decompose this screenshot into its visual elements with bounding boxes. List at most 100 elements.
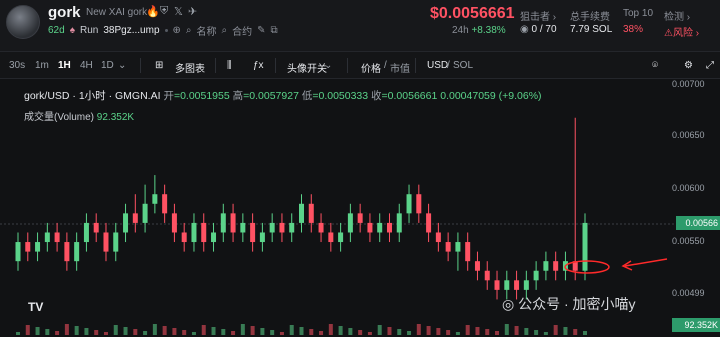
candle xyxy=(113,232,119,252)
candle xyxy=(299,203,304,223)
volume-bar xyxy=(455,332,460,335)
volume-bar xyxy=(84,328,89,335)
volume-bar xyxy=(553,325,558,335)
search-contract-link[interactable]: 合约 xyxy=(232,23,252,38)
token-avatar[interactable] xyxy=(6,5,40,39)
volume-bar xyxy=(35,327,40,335)
volume-bar xyxy=(358,330,363,335)
contract-address[interactable]: 38Pgz...ump xyxy=(103,25,159,36)
volume-label: 成交量(Volume) xyxy=(24,112,95,123)
volume-bar xyxy=(446,330,451,335)
globe-icon[interactable]: ⊕ xyxy=(173,25,181,36)
warning-icon: ⚠ xyxy=(664,28,673,39)
watermark: ◎ 公众号 · 加密小喵y xyxy=(502,294,636,314)
candle xyxy=(201,222,207,243)
volume-bar xyxy=(338,326,343,335)
candle xyxy=(162,194,168,214)
interval-1d[interactable]: 1D xyxy=(101,60,114,71)
candle xyxy=(35,242,41,252)
candle xyxy=(445,242,451,252)
candle xyxy=(211,232,217,243)
candle xyxy=(533,270,539,281)
settings-icon[interactable]: ⚙ xyxy=(684,60,693,71)
volume-bar xyxy=(309,329,314,335)
copy-icon[interactable]: ⧉ xyxy=(271,25,278,36)
price-toggle[interactable]: 价格 xyxy=(361,60,381,75)
token-header: gork New XAI gork 🔥 ⛨ 𝕏 ✈ 62d ♠ Run 38Pg… xyxy=(0,0,720,52)
candle xyxy=(494,280,500,290)
volume-bar xyxy=(133,329,138,335)
interval-4h[interactable]: 4H xyxy=(80,60,93,71)
risk-value[interactable]: ⚠风险 › xyxy=(664,24,699,39)
candle xyxy=(367,222,373,233)
candle xyxy=(230,213,236,233)
volume-bar xyxy=(279,332,284,335)
chevron-down-icon[interactable]: ⌄ xyxy=(324,60,332,71)
candle xyxy=(171,213,177,233)
candle xyxy=(269,222,275,233)
multi-chart-button[interactable]: 多图表 xyxy=(175,60,205,75)
snipers-count: 0 / 70 xyxy=(531,24,557,35)
candle xyxy=(435,232,441,243)
interval-30s[interactable]: 30s xyxy=(9,60,25,71)
interval-1m[interactable]: 1m xyxy=(35,60,49,71)
chart-title: gork/USD · 1小时 · GMGN.AI xyxy=(24,90,161,102)
toggle-divider: / xyxy=(384,60,387,71)
volume-bar xyxy=(250,326,255,335)
y-tick: 0.00550 xyxy=(672,236,705,246)
snipers-label[interactable]: 狙击者 › xyxy=(520,8,556,23)
candle xyxy=(25,242,31,252)
camera-icon[interactable]: ⌾ xyxy=(652,60,658,71)
add-indicator-icon[interactable]: ⊞ xyxy=(155,60,163,71)
sol-toggle[interactable]: SOL xyxy=(453,60,473,71)
close-value: =0.0056661 xyxy=(381,90,438,102)
detect-label[interactable]: 检测 › xyxy=(664,8,690,23)
x-icon[interactable]: 𝕏 xyxy=(174,5,183,18)
usd-toggle[interactable]: USD xyxy=(427,60,448,71)
high-value: =0.0057927 xyxy=(243,90,299,102)
candle-type-icon[interactable]: ⫼ xyxy=(227,60,232,71)
volume-bar xyxy=(377,325,382,335)
candle xyxy=(181,232,187,243)
chart-toolbar: 30s 1m 1H 4H 1D ⌄ ⊞ 多图表 ⫼ ƒx 头像开关 ⌄ 价格 /… xyxy=(0,52,720,79)
candle xyxy=(279,222,285,233)
snipers-value: ◉ 0 / 70 xyxy=(520,24,557,35)
fullscreen-icon[interactable]: ⤢ xyxy=(706,60,714,71)
candle xyxy=(44,232,50,243)
volume-bar xyxy=(397,329,402,335)
volume-bar xyxy=(504,324,509,335)
volume-value: 92.352K xyxy=(96,112,135,123)
interval-1h[interactable]: 1H xyxy=(58,60,71,71)
candle xyxy=(93,222,99,233)
token-description: New XAI gork xyxy=(86,7,148,18)
telegram-icon[interactable]: ✈ xyxy=(188,5,197,18)
chevron-down-icon[interactable]: ⌄ xyxy=(118,60,126,71)
volume-bar xyxy=(162,326,167,335)
divider xyxy=(347,58,348,73)
annotation-arrow-line xyxy=(624,258,668,267)
volume-bar xyxy=(289,325,294,335)
volume-bars xyxy=(16,324,587,335)
edit-icon[interactable]: ✎ xyxy=(257,25,265,36)
candle xyxy=(74,242,80,262)
open-value: =0.0051955 xyxy=(173,90,230,102)
avatar-toggle-button[interactable]: 头像开关 xyxy=(287,60,327,75)
function-icon[interactable]: ƒx xyxy=(253,60,264,71)
candle xyxy=(103,232,109,252)
search-icon[interactable]: ⌕ xyxy=(222,25,228,36)
volume-bar xyxy=(201,325,206,335)
watermark-text: 公众号 · 加密小喵y xyxy=(518,296,636,312)
volume-bar xyxy=(407,331,412,335)
mcap-toggle[interactable]: 市值 xyxy=(390,60,410,75)
volume-tag: 92.352K xyxy=(672,318,720,332)
search-icon[interactable]: ⌕ xyxy=(186,25,192,36)
tradingview-logo[interactable]: TV xyxy=(28,300,54,317)
volume-bar xyxy=(367,332,372,335)
volume-bar xyxy=(328,324,333,335)
fire-icon: 🔥 xyxy=(146,6,160,18)
search-name-link[interactable]: 名称 xyxy=(197,23,217,38)
candle xyxy=(259,232,265,243)
volume-legend: 成交量(Volume) 92.352K xyxy=(24,108,134,123)
volume-bar xyxy=(514,326,519,335)
volume-bar xyxy=(45,329,50,335)
